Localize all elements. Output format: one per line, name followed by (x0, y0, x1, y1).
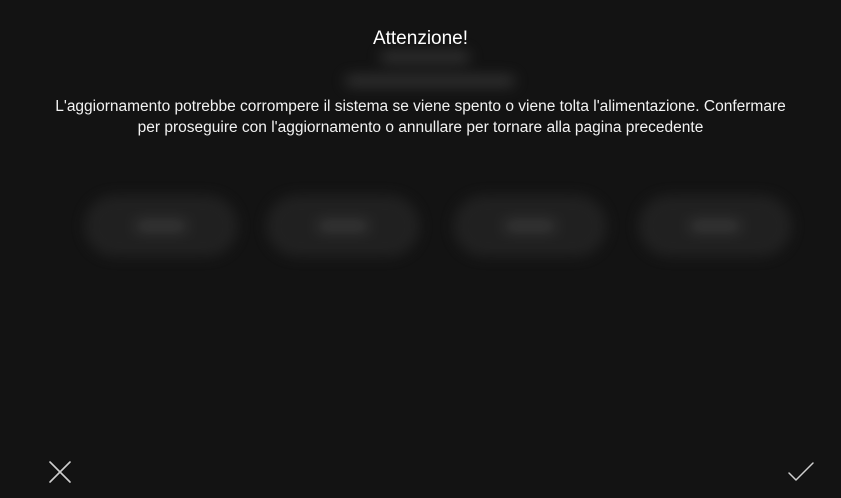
cancel-button[interactable] (40, 452, 80, 492)
dialog-title: Attenzione! (372, 28, 469, 49)
check-icon (788, 462, 814, 481)
dialog-message-line-1: L'aggiornamento potrebbe corrompere il s… (55, 98, 786, 115)
dialog-message: L'aggiornamento potrebbe corrompere il s… (0, 96, 841, 138)
blurred-option-pill (86, 197, 236, 255)
update-warning-screen: Attenzione! L'aggiornamento potrebbe cor… (0, 0, 841, 498)
confirm-button[interactable] (781, 452, 821, 492)
dialog-message-line-2: per proseguire con l'aggiornamento o ann… (137, 119, 704, 136)
close-icon (49, 461, 71, 483)
blurred-text-line (345, 76, 515, 86)
blurred-option-pill (268, 197, 418, 255)
blurred-text-line (380, 52, 470, 62)
blurred-option-pill (455, 197, 605, 255)
blurred-option-pill (640, 197, 790, 255)
blurred-background (0, 0, 841, 498)
